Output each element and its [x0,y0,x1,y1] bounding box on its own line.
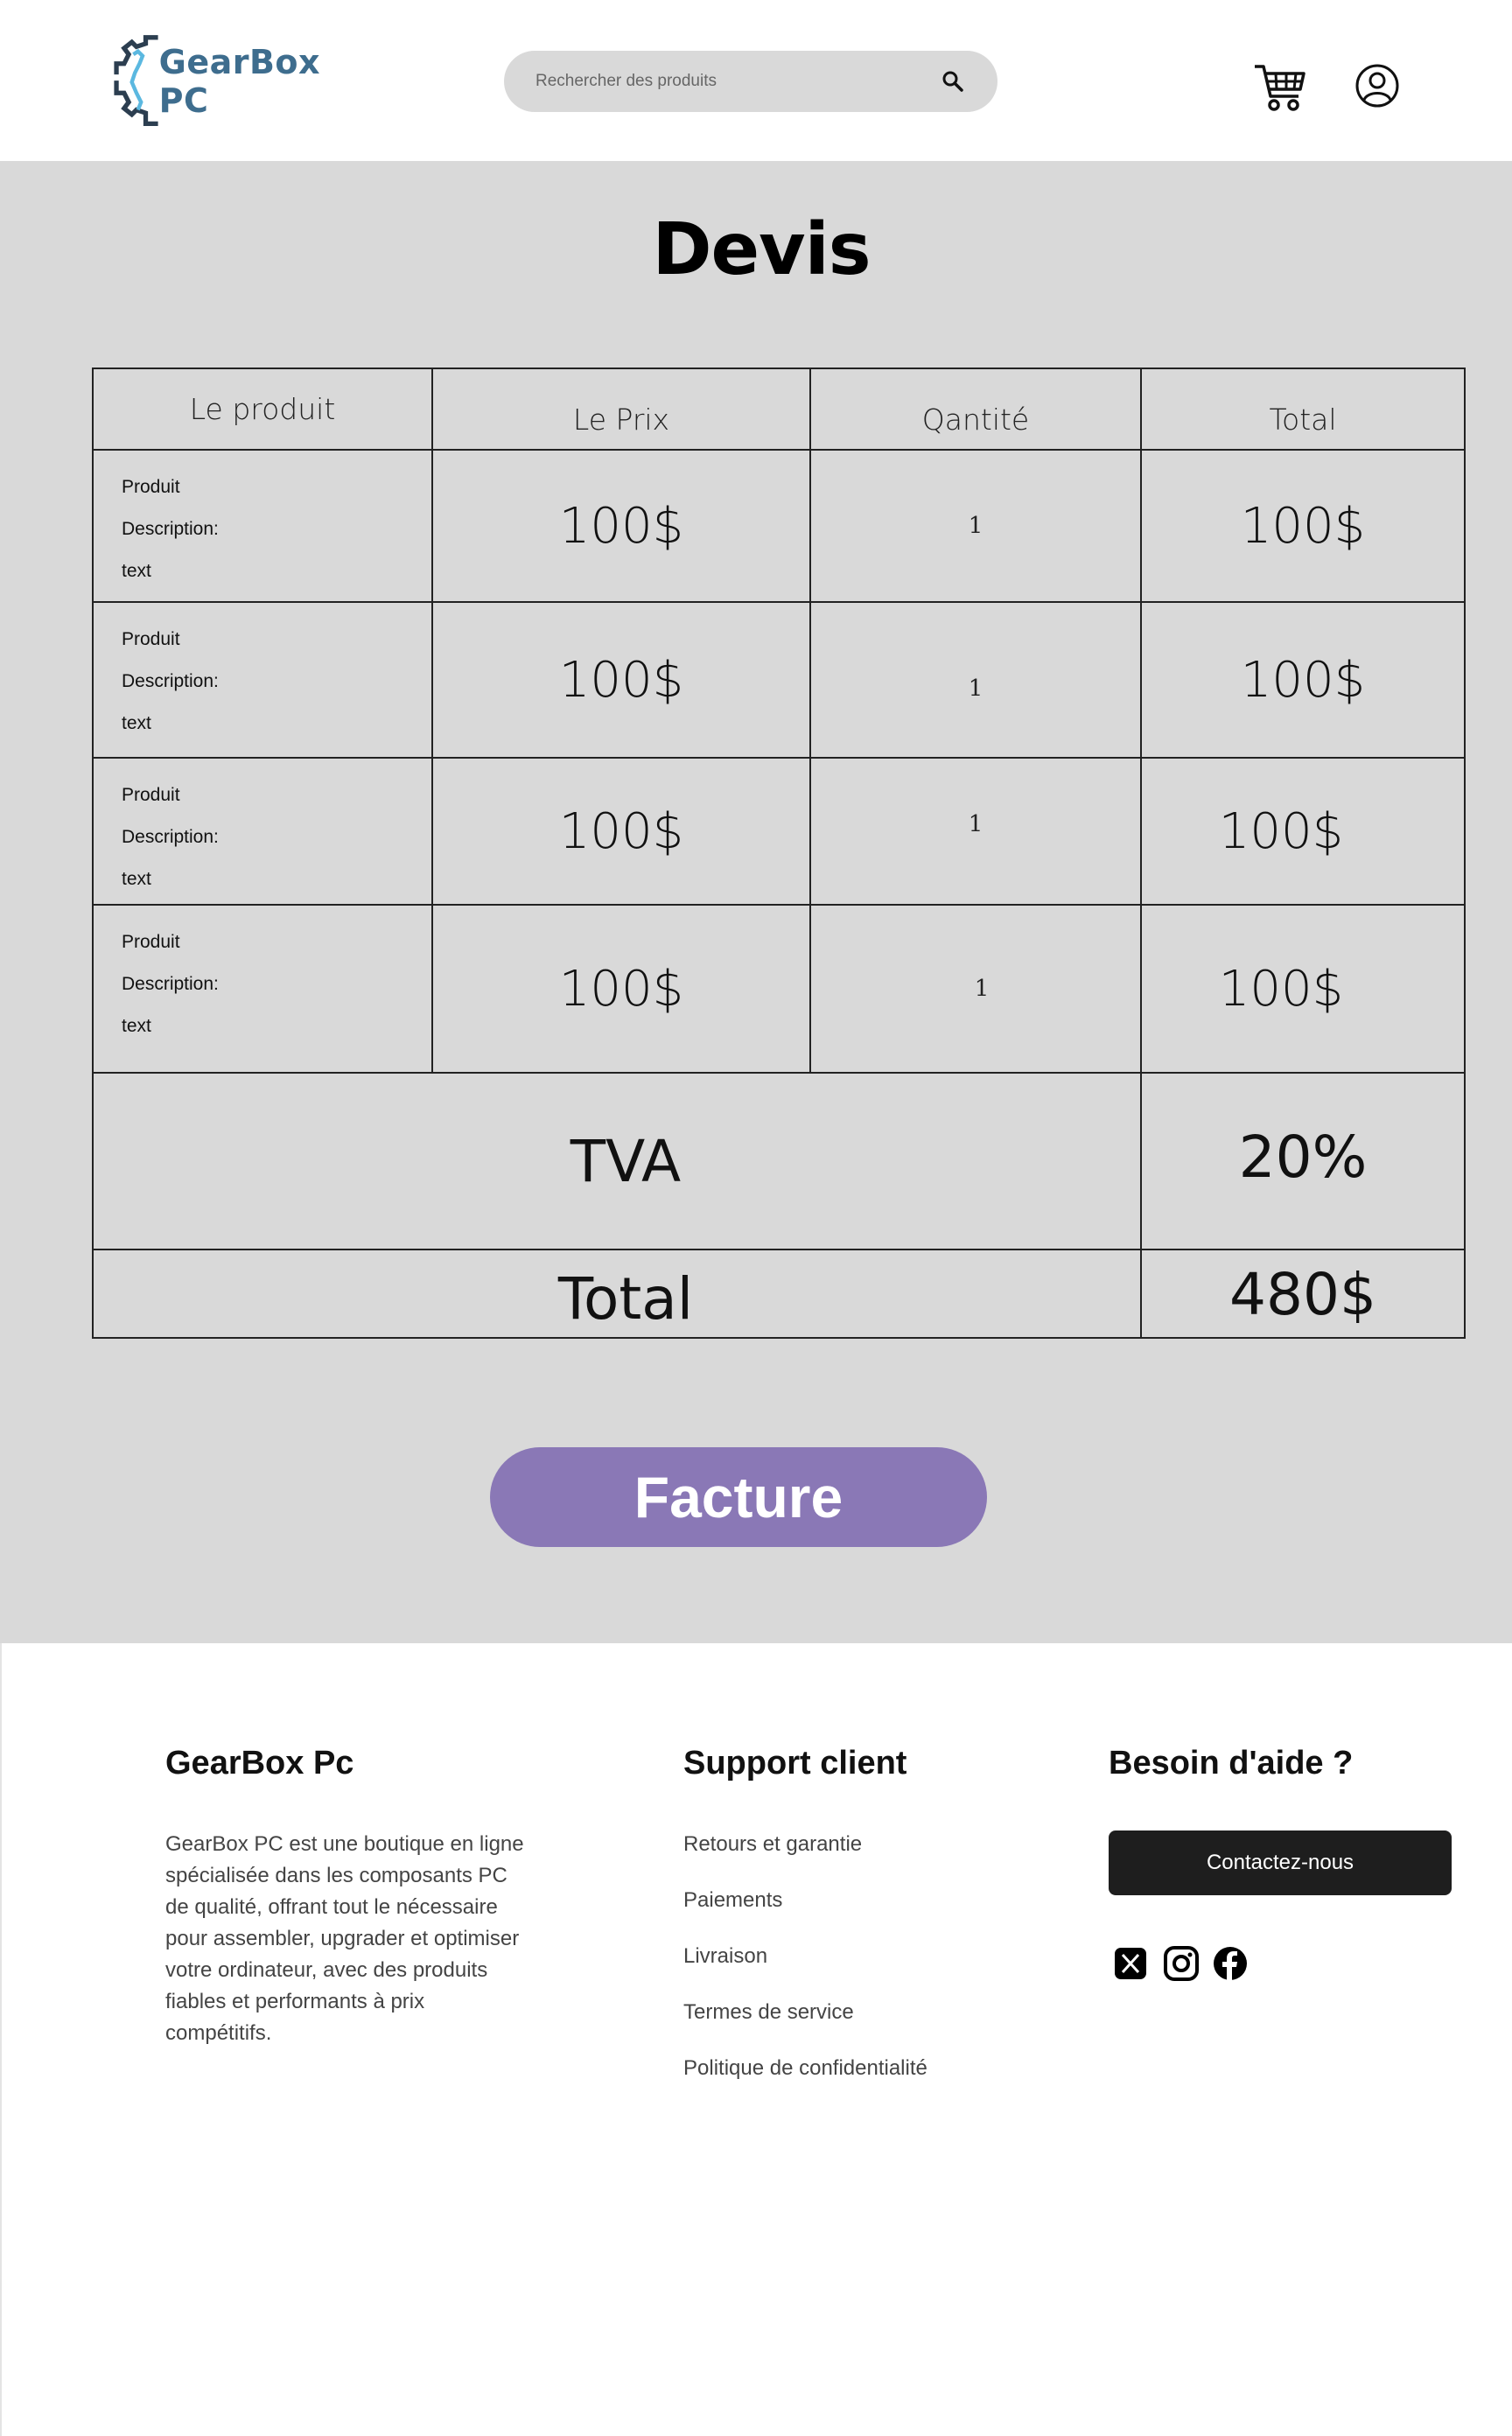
footer-link-delivery[interactable]: Livraison [683,1944,767,1969]
quote-table: Le produit Le Prix Qantité Total Produit… [92,368,1466,1339]
product-name: Produit [122,629,180,649]
search-bar [504,51,998,112]
brand-name: GearBox PC [158,43,321,120]
table-row-product: Produit Description: text [94,759,433,906]
row-total: 100$ [1142,906,1466,1074]
row-price: 100$ [433,759,811,906]
column-header-price: Le Prix [433,369,811,451]
footer-link-privacy[interactable]: Politique de confidentialité [683,2056,928,2081]
product-name: Produit [122,785,180,805]
product-description-text: text [122,1016,151,1036]
instagram-icon[interactable] [1162,1944,1200,1983]
product-description-label: Description: [122,519,219,539]
brand-logo[interactable]: GearBox PC [110,26,355,136]
grand-total-label: Total [94,1250,1142,1339]
product-description-label: Description: [122,671,219,691]
footer-link-terms[interactable]: Termes de service [683,2000,854,2025]
footer-support-title: Support client [683,1745,907,1782]
row-quantity[interactable]: 1 [811,603,1142,759]
facebook-icon[interactable] [1211,1944,1250,1983]
tva-value: 20% [1142,1074,1466,1250]
footer-help-title: Besoin d'aide ? [1109,1745,1354,1782]
row-quantity[interactable]: 1 [811,906,1142,1074]
search-input[interactable] [536,72,940,91]
tva-label: TVA [94,1074,1142,1250]
row-total: 100$ [1142,759,1466,906]
row-quantity[interactable]: 1 [811,759,1142,906]
row-price: 100$ [433,451,811,603]
footer-brand-title: GearBox Pc [165,1745,354,1782]
table-row-product: Produit Description: text [94,906,433,1074]
gear-logo-icon [114,35,158,127]
product-name: Produit [122,932,180,952]
product-description-text: text [122,561,151,581]
row-price: 100$ [433,906,811,1074]
user-account-icon[interactable] [1354,63,1400,108]
site-header: GearBox PC [0,0,1512,161]
row-quantity[interactable]: 1 [811,451,1142,603]
column-header-quantity: Qantité [811,369,1142,451]
grand-total-value: 480$ [1142,1250,1466,1339]
footer-brand-description: GearBox PC est une boutique en ligne spé… [165,1832,524,2045]
contact-button[interactable]: Contactez-nous [1109,1830,1452,1895]
row-total: 100$ [1142,603,1466,759]
site-footer: GearBox Pc GearBox PC est une boutique e… [0,1643,1512,2436]
row-price: 100$ [433,603,811,759]
table-row-product: Produit Description: text [94,451,433,603]
product-description-label: Description: [122,827,219,847]
column-header-total: Total [1142,369,1466,451]
search-icon[interactable] [940,68,966,94]
invoice-button[interactable]: Facture [490,1447,987,1547]
column-header-product: Le produit [94,369,433,451]
row-total: 100$ [1142,451,1466,603]
product-name: Produit [122,477,180,497]
footer-link-payments[interactable]: Paiements [683,1888,782,1913]
product-description-label: Description: [122,974,219,994]
x-icon[interactable] [1111,1944,1150,1983]
product-description-text: text [122,869,151,889]
quote-section: Devis Le produit Le Prix Qantité Total P… [0,161,1512,1643]
footer-link-returns[interactable]: Retours et garantie [683,1832,862,1857]
table-row-product: Produit Description: text [94,603,433,759]
cart-icon[interactable] [1253,60,1307,114]
product-description-text: text [122,713,151,733]
page-title: Devis [652,208,871,291]
